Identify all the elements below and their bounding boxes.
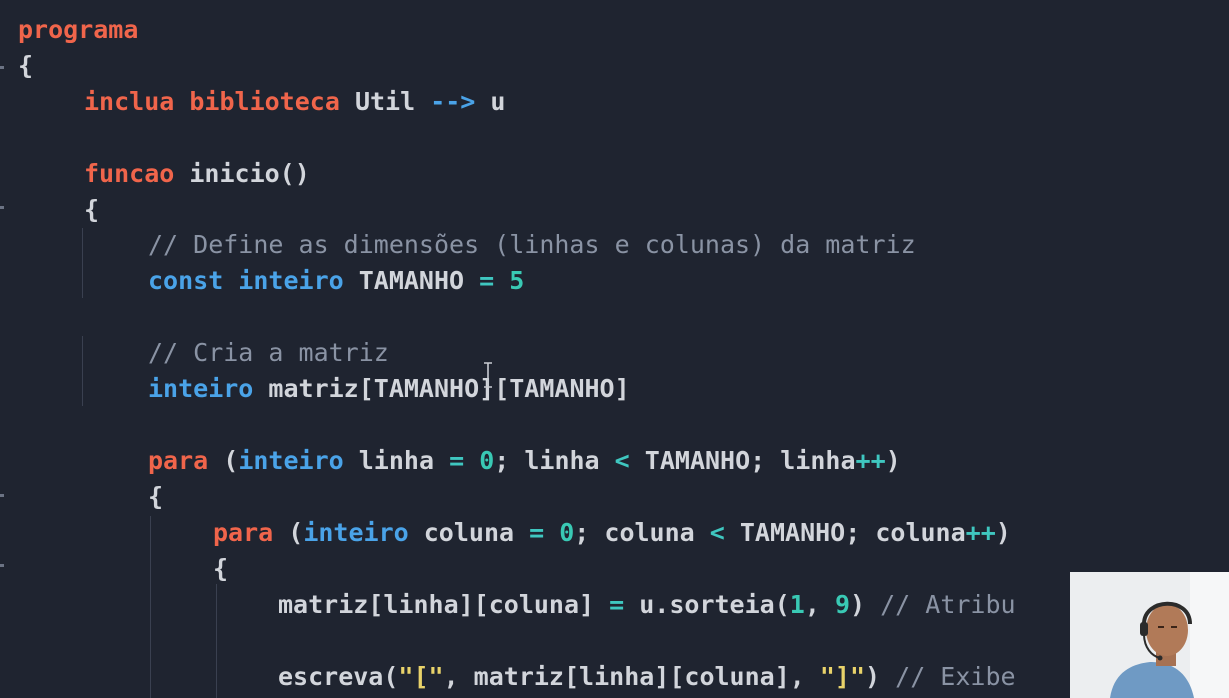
fold-marker[interactable] [0, 206, 4, 209]
code-token: "]" [819, 662, 866, 691]
presenter-webcam [1070, 572, 1229, 698]
code-token: coluna [423, 518, 530, 547]
code-line-const[interactable]: const inteiro TAMANHO = 5 [148, 263, 524, 299]
code-token: { [18, 51, 34, 80]
code-token: para [213, 518, 289, 547]
code-line-include[interactable]: inclua biblioteca Util --> u [84, 84, 505, 120]
code-token: programa [18, 15, 139, 44]
code-token: matriz[TAMANHO][TAMANHO] [268, 374, 630, 403]
code-token: ( [288, 518, 304, 547]
code-line-open-brace[interactable]: { [18, 48, 33, 84]
code-token: inclua biblioteca [84, 87, 355, 116]
code-line-function-brace[interactable]: { [84, 192, 99, 228]
code-line-outer-brace[interactable]: { [148, 479, 163, 515]
code-token: // Exibe [895, 662, 1016, 691]
code-token: u.sorteia( [624, 590, 790, 619]
code-token: TAMANHO [358, 266, 480, 295]
code-line-comment-create[interactable]: // Cria a matriz [148, 335, 389, 371]
fold-marker[interactable] [0, 494, 4, 497]
code-token: < [709, 518, 725, 547]
code-token: = [529, 518, 545, 547]
code-line-matrix-decl[interactable]: inteiro matriz[TAMANHO][TAMANHO] [148, 371, 630, 407]
code-token: // Atribu [880, 590, 1016, 619]
code-editor[interactable]: programa { inclua biblioteca Util --> u … [0, 0, 1229, 698]
text-cursor-icon [484, 362, 492, 388]
indent-guide [82, 336, 83, 406]
code-token: para [148, 446, 224, 475]
code-line-outer-loop[interactable]: para (inteiro linha = 0; linha < TAMANHO… [148, 443, 901, 479]
code-token: 9 [834, 590, 851, 619]
code-token: // Define as dimensões (linhas e colunas… [148, 230, 916, 259]
code-token: ) [885, 446, 901, 475]
code-line-assign[interactable]: matriz[linha][coluna] = u.sorteia(1, 9) … [278, 587, 1016, 623]
code-token: TAMANHO; coluna [724, 518, 966, 547]
code-token: ) [850, 590, 881, 619]
code-token: // Cria a matriz [148, 338, 389, 367]
code-line-comment-dimensions[interactable]: // Define as dimensões (linhas e colunas… [148, 227, 916, 263]
code-token: = [449, 446, 465, 475]
code-token: linha [358, 446, 450, 475]
code-token: "[" [398, 662, 444, 691]
code-token: ; coluna [574, 518, 710, 547]
code-token: < [614, 446, 630, 475]
code-token: ++ [855, 446, 886, 475]
code-token: { [84, 195, 100, 224]
code-token: ; linha [494, 446, 615, 475]
code-line-escreva[interactable]: escreva("[", matriz[linha][coluna], "]")… [278, 659, 1016, 695]
code-token: ) [865, 662, 896, 691]
code-token: const inteiro [148, 266, 359, 295]
code-token: 5 [509, 266, 525, 295]
code-token: 1 [789, 590, 805, 619]
code-token: inteiro [148, 374, 269, 403]
code-token: ) [995, 518, 1011, 547]
indent-guide [82, 228, 83, 298]
code-token: , [804, 590, 835, 619]
code-token: escreva( [278, 662, 399, 691]
code-token: u [475, 87, 506, 116]
presenter-video-icon [1070, 572, 1229, 698]
code-token: { [213, 554, 229, 583]
code-token: --> [430, 87, 476, 116]
code-token: ++ [965, 518, 996, 547]
code-line-function[interactable]: funcao inicio() [84, 156, 310, 192]
code-token: matriz[linha][coluna] [278, 590, 610, 619]
code-line-inner-loop[interactable]: para (inteiro coluna = 0; coluna < TAMAN… [213, 515, 1011, 551]
indent-guide [150, 516, 151, 698]
code-token: inicio() [189, 159, 310, 188]
code-token: Util [354, 87, 431, 116]
indent-guide [216, 584, 217, 698]
code-token: inteiro [238, 446, 359, 475]
code-token: 0 [559, 518, 575, 547]
fold-marker[interactable] [0, 564, 4, 567]
code-token: inteiro [303, 518, 424, 547]
fold-marker[interactable] [0, 66, 4, 69]
code-token: { [148, 482, 164, 511]
code-token: = [479, 266, 495, 295]
code-token: ( [223, 446, 239, 475]
code-line-programa[interactable]: programa [18, 12, 138, 48]
code-line-inner-brace[interactable]: { [213, 551, 228, 587]
code-token: 0 [479, 446, 495, 475]
code-token: , matriz[linha][coluna], [443, 662, 820, 691]
code-token: funcao [84, 159, 190, 188]
code-token: = [609, 590, 625, 619]
code-token: TAMANHO; linha [629, 446, 856, 475]
